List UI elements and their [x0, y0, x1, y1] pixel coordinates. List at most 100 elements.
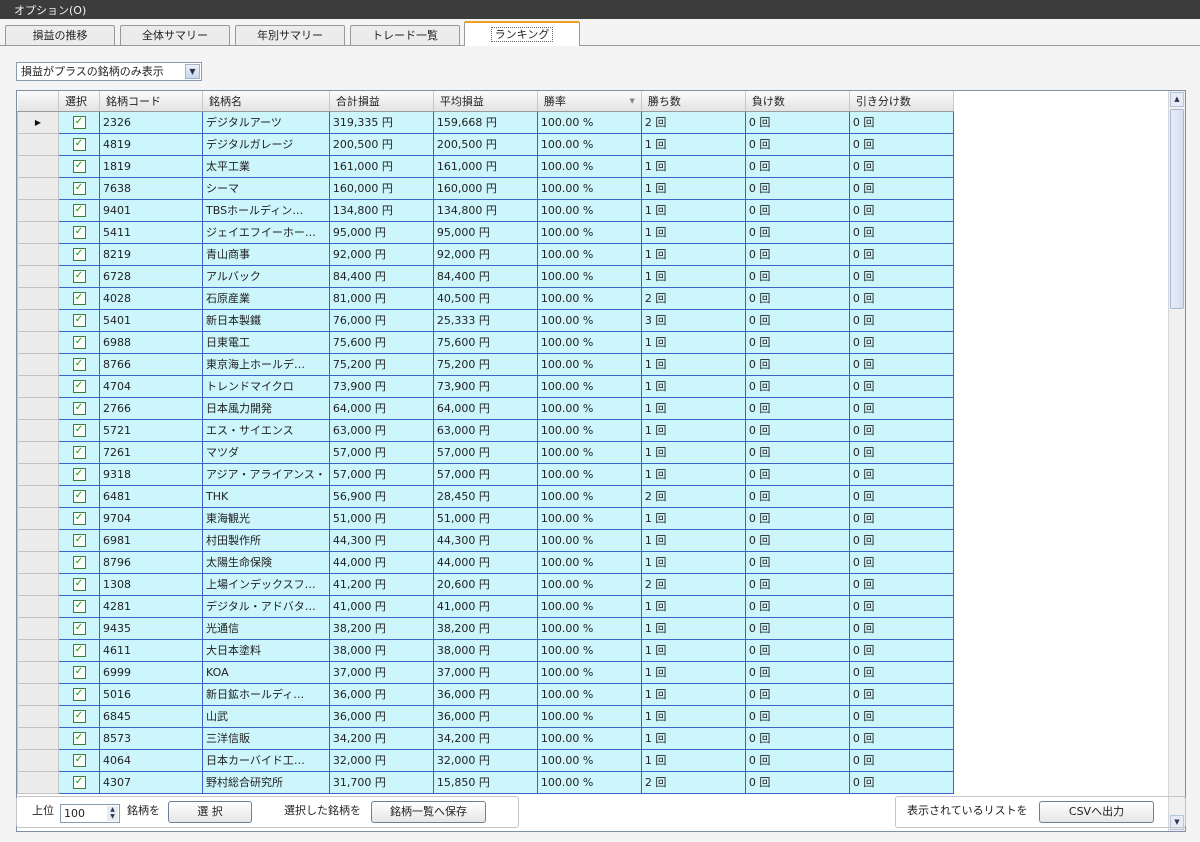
cell-total[interactable]: 38,200 円 — [328, 616, 434, 640]
row-header[interactable] — [17, 132, 59, 156]
cell-rate[interactable]: 100.00 % — [536, 704, 642, 728]
cell-avg[interactable]: 32,000 円 — [432, 748, 538, 772]
cell-name[interactable]: 日本カーバイド工… — [202, 748, 330, 772]
table-row[interactable]: ✓ 4611 大日本塗料 38,000 円 38,000 円 100.00 % 1 回0 回… — [17, 638, 954, 662]
cell-total[interactable]: 92,000 円 — [328, 242, 434, 266]
cell-lose[interactable]: 0 回 — [744, 726, 850, 750]
table-row[interactable]: ✓ 1308 上場インデックスフ… 41,200 円 20,600 円 100.00 % 2… — [17, 572, 954, 596]
column-header-win-rate[interactable]: 勝率 ▼ — [537, 91, 642, 112]
cell-lose[interactable]: 0 回 — [744, 594, 850, 618]
cell-avg[interactable]: 200,500 円 — [432, 132, 538, 156]
cell-win[interactable]: 1 回 — [640, 638, 746, 662]
table-row[interactable]: ✓ 1819 太平工業 161,000 円 161,000 円 100.00 % 1 回0 … — [17, 154, 954, 178]
cell-win[interactable]: 2 回 — [640, 484, 746, 508]
cell-win[interactable]: 1 回 — [640, 528, 746, 552]
cell-win[interactable]: 2 回 — [640, 572, 746, 596]
cell-code[interactable]: 4611 — [99, 638, 203, 662]
cell-draw[interactable]: 0 回 — [848, 660, 954, 684]
cell-name[interactable]: 太平工業 — [202, 154, 330, 178]
cell-name[interactable]: シーマ — [202, 176, 330, 200]
row-header[interactable] — [17, 484, 59, 508]
cell-code[interactable]: 9704 — [99, 506, 203, 530]
cell-code[interactable]: 5721 — [99, 418, 203, 442]
cell-lose[interactable]: 0 回 — [744, 462, 850, 486]
cell-lose[interactable]: 0 回 — [744, 704, 850, 728]
cell-name[interactable]: エス・サイエンス — [202, 418, 330, 442]
select-checkbox[interactable]: ✓ — [72, 159, 86, 173]
select-checkbox[interactable]: ✓ — [72, 445, 86, 459]
cell-avg[interactable]: 44,300 円 — [432, 528, 538, 552]
row-header[interactable] — [17, 594, 59, 618]
cell-total[interactable]: 31,700 円 — [328, 770, 434, 794]
table-row[interactable]: ✓ 6481 THK 56,900 円 28,450 円 100.00 % 2 回0 回0 … — [17, 484, 954, 508]
cell-code[interactable]: 6999 — [99, 660, 203, 684]
cell-win[interactable]: 2 回 — [640, 770, 746, 794]
cell-draw[interactable]: 0 回 — [848, 704, 954, 728]
cell-draw[interactable]: 0 回 — [848, 616, 954, 640]
row-header[interactable] — [17, 704, 59, 728]
spinner-arrows-icon[interactable]: ▲ ▼ — [107, 806, 118, 821]
cell-draw[interactable]: 0 回 — [848, 572, 954, 596]
cell-name[interactable]: マツダ — [202, 440, 330, 464]
cell-name[interactable]: デジタルガレージ — [202, 132, 330, 156]
cell-draw[interactable]: 0 回 — [848, 638, 954, 662]
cell-draw[interactable]: 0 回 — [848, 726, 954, 750]
table-row[interactable]: ✓ 5016 新日鉱ホールディ… 36,000 円 36,000 円 100.00 % 1 … — [17, 682, 954, 706]
cell-code[interactable]: 5411 — [99, 220, 203, 244]
select-checkbox[interactable]: ✓ — [72, 423, 86, 437]
cell-code[interactable]: 5401 — [99, 308, 203, 332]
select-checkbox[interactable]: ✓ — [72, 775, 86, 789]
cell-draw[interactable]: 0 回 — [848, 396, 954, 420]
cell-rate[interactable]: 100.00 % — [536, 396, 642, 420]
cell-lose[interactable]: 0 回 — [744, 154, 850, 178]
save-to-list-button[interactable]: 銘柄一覧へ保存 — [371, 801, 486, 823]
row-header[interactable] — [17, 506, 59, 530]
cell-win[interactable]: 1 回 — [640, 726, 746, 750]
row-header[interactable] — [17, 154, 59, 178]
cell-lose[interactable]: 0 回 — [744, 572, 850, 596]
cell-name[interactable]: アジア・アライアンス・ — [202, 462, 330, 486]
cell-draw[interactable]: 0 回 — [848, 418, 954, 442]
cell-rate[interactable]: 100.00 % — [536, 176, 642, 200]
table-row[interactable]: ✓ 9401 TBSホールディン… 134,800 円 134,800 円 100.00 … — [17, 198, 954, 222]
cell-win[interactable]: 1 回 — [640, 660, 746, 684]
cell-total[interactable]: 75,200 円 — [328, 352, 434, 376]
cell-code[interactable]: 1308 — [99, 572, 203, 596]
cell-draw[interactable]: 0 回 — [848, 440, 954, 464]
cell-rate[interactable]: 100.00 % — [536, 550, 642, 574]
row-header[interactable] — [17, 308, 59, 332]
cell-lose[interactable]: 0 回 — [744, 330, 850, 354]
cell-win[interactable]: 1 回 — [640, 374, 746, 398]
cell-lose[interactable]: 0 回 — [744, 638, 850, 662]
row-header[interactable] — [17, 616, 59, 640]
cell-rate[interactable]: 100.00 % — [536, 660, 642, 684]
cell-avg[interactable]: 38,200 円 — [432, 616, 538, 640]
cell-draw[interactable]: 0 回 — [848, 550, 954, 574]
cell-avg[interactable]: 44,000 円 — [432, 550, 538, 574]
table-row[interactable]: ✓ 8796 太陽生命保険 44,000 円 44,000 円 100.00 % 1 回0 … — [17, 550, 954, 574]
table-row[interactable]: ✓ 7261 マツダ 57,000 円 57,000 円 100.00 % 1 回0 回0 … — [17, 440, 954, 464]
cell-rate[interactable]: 100.00 % — [536, 594, 642, 618]
cell-draw[interactable]: 0 回 — [848, 176, 954, 200]
tab-trade-list[interactable]: トレード一覧 — [350, 25, 460, 45]
row-header[interactable] — [17, 726, 59, 750]
table-row[interactable]: ✓ 6728 アルバック 84,400 円 84,400 円 100.00 % 1 回0 回… — [17, 264, 954, 288]
filter-dropdown[interactable]: 損益がプラスの銘柄のみ表示 ▼ — [16, 62, 202, 81]
table-row[interactable]: ✓ 6988 日東電工 75,600 円 75,600 円 100.00 % 1 回0 回0… — [17, 330, 954, 354]
cell-lose[interactable]: 0 回 — [744, 528, 850, 552]
column-header-code[interactable]: 銘柄コード — [99, 91, 203, 112]
cell-lose[interactable]: 0 回 — [744, 374, 850, 398]
cell-name[interactable]: トレンドマイクロ — [202, 374, 330, 398]
select-checkbox[interactable]: ✓ — [72, 643, 86, 657]
select-checkbox[interactable]: ✓ — [72, 731, 86, 745]
select-checkbox[interactable]: ✓ — [72, 533, 86, 547]
cell-code[interactable]: 2766 — [99, 396, 203, 420]
select-checkbox[interactable]: ✓ — [72, 247, 86, 261]
table-row[interactable]: ▶ ✓ 2326 デジタルアーツ 319,335 円 159,668 円 100.00 % 2… — [17, 110, 954, 134]
cell-rate[interactable]: 100.00 % — [536, 374, 642, 398]
cell-name[interactable]: 石原産業 — [202, 286, 330, 310]
cell-win[interactable]: 1 回 — [640, 396, 746, 420]
cell-win[interactable]: 1 回 — [640, 154, 746, 178]
row-header[interactable] — [17, 352, 59, 376]
cell-win[interactable]: 1 回 — [640, 748, 746, 772]
